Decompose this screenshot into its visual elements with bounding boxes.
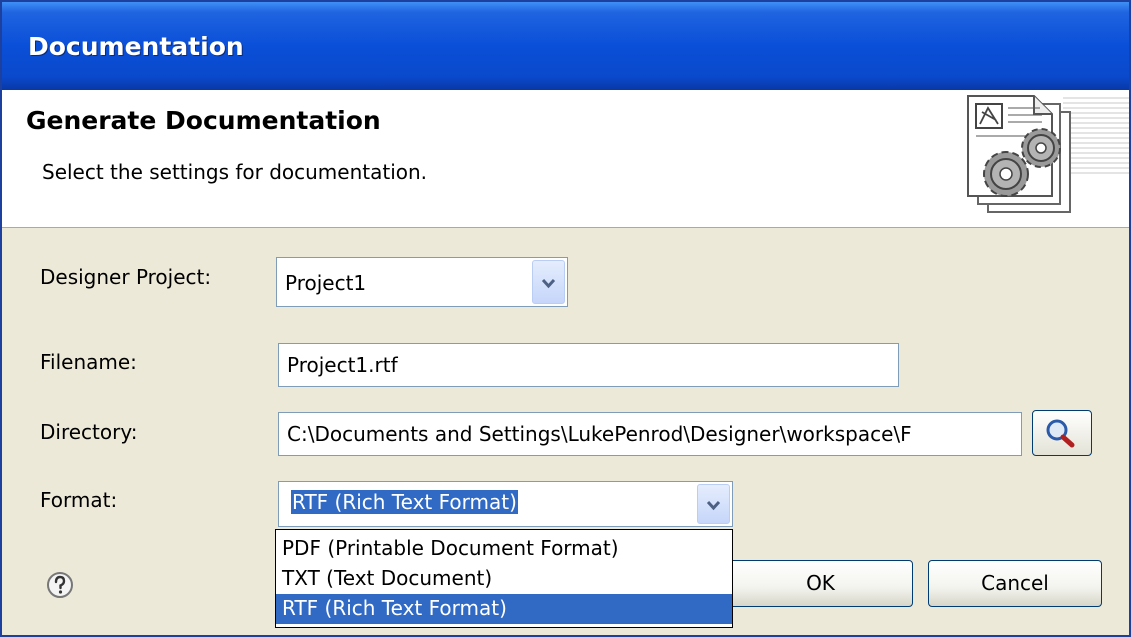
browse-button[interactable] <box>1032 410 1092 456</box>
magnifier-icon <box>1046 419 1075 448</box>
directory-field[interactable]: C:\Documents and Settings\LukePenrod\Des… <box>278 412 1022 456</box>
format-option-pdf[interactable]: PDF (Printable Document Format) <box>276 534 732 564</box>
directory-label: Directory: <box>40 420 138 444</box>
header-description: Select the settings for documentation. <box>42 160 428 184</box>
filename-value: Project1.rtf <box>287 353 398 377</box>
header-panel: Generate Documentation Select the settin… <box>2 90 1129 228</box>
format-option-label: TXT (Text Document) <box>282 566 493 590</box>
format-dropdown-button[interactable] <box>697 484 730 524</box>
documentation-dialog: Documentation Generate Documentation Sel… <box>0 0 1131 637</box>
window-title: Documentation <box>28 32 244 61</box>
ok-button[interactable]: OK <box>728 560 913 607</box>
format-option-label: RTF (Rich Text Format) <box>282 596 507 620</box>
directory-value: C:\Documents and Settings\LukePenrod\Des… <box>287 422 912 446</box>
format-option-label: PDF (Printable Document Format) <box>282 536 619 560</box>
format-combo[interactable]: RTF (Rich Text Format) <box>278 481 733 527</box>
filename-label: Filename: <box>40 350 137 374</box>
filename-field[interactable]: Project1.rtf <box>278 343 899 387</box>
chevron-down-icon <box>706 500 721 511</box>
designer-project-value: Project1 <box>285 271 367 295</box>
format-option-txt[interactable]: TXT (Text Document) <box>276 564 732 594</box>
designer-project-combo[interactable]: Project1 <box>276 257 568 307</box>
header-title: Generate Documentation <box>26 106 381 135</box>
help-icon[interactable] <box>46 571 74 599</box>
format-dropdown-list: PDF (Printable Document Format) TXT (Tex… <box>275 529 733 628</box>
designer-project-label: Designer Project: <box>40 265 212 289</box>
designer-project-dropdown-button[interactable] <box>532 260 565 304</box>
format-label: Format: <box>40 488 118 512</box>
title-bar[interactable]: Documentation <box>2 2 1129 90</box>
cancel-button[interactable]: Cancel <box>928 560 1102 607</box>
format-option-rtf[interactable]: RTF (Rich Text Format) <box>276 594 732 624</box>
document-gears-icon <box>967 95 1129 213</box>
format-selected-value: RTF (Rich Text Format) <box>291 490 518 514</box>
chevron-down-icon <box>541 278 556 289</box>
